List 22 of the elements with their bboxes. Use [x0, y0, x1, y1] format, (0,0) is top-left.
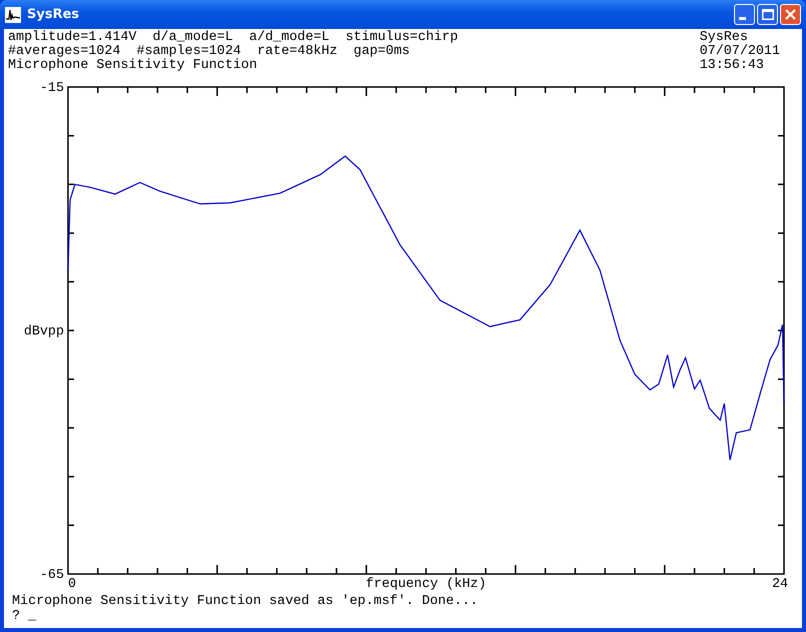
axis-label: 24: [772, 577, 788, 592]
close-button[interactable]: [780, 4, 801, 25]
close-icon: [785, 9, 796, 20]
axis-label: 0: [68, 577, 76, 592]
header-text: 13:56:43: [700, 59, 765, 73]
command-prompt: ? _: [12, 610, 38, 624]
axis-title: dBvpp: [24, 324, 64, 340]
axis-label: -15: [40, 81, 64, 96]
header-text: #averages=1024 #samples=1024 rate=48kHz gap=0ms: [8, 45, 411, 59]
header-text: amplitude=1.414V d/a_mode=L a/d_mode=L stimulus=chirp: [8, 31, 458, 45]
waveform-icon: [5, 6, 21, 22]
header-text: SysRes: [700, 31, 748, 45]
header-text: 07/07/2011: [700, 45, 780, 59]
maximize-button[interactable]: [757, 4, 778, 25]
status-message: Microphone Sensitivity Function saved as 'ep.msf'. Done...: [12, 595, 480, 609]
header-text: Microphone Sensitivity Function: [8, 59, 258, 73]
maximize-icon: [762, 9, 774, 20]
minimize-icon: [739, 17, 746, 20]
window-title: SysRes: [27, 7, 80, 22]
axis-label: -65: [40, 568, 64, 583]
minimize-button[interactable]: [734, 4, 755, 25]
axis-title: frequency (kHz): [366, 577, 486, 592]
